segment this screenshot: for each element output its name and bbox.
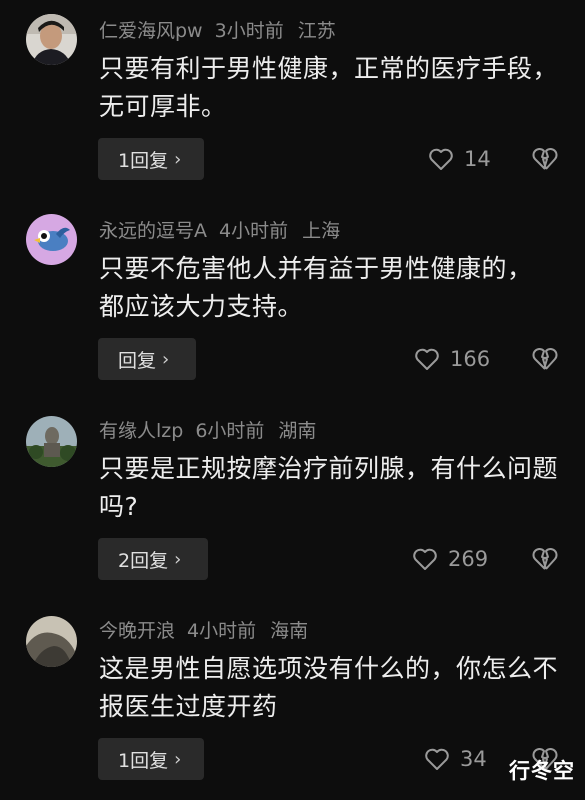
comment-item: 仁爱海风pw 3小时前 江苏 只要有利于男性健康，正常的医疗手段，无可厚非。 1回复… (0, 0, 585, 200)
comment-text: 这是男性自愿选项没有什么的，你怎么不报医生过度开药 (99, 654, 559, 721)
like-count: 14 (464, 147, 491, 171)
like-button[interactable]: 34 (424, 744, 487, 774)
username[interactable]: 有缘人lzp (99, 420, 183, 442)
chevron-right-icon: › (162, 348, 170, 370)
heart-outline-icon (415, 348, 439, 370)
like-button[interactable]: 269 (412, 544, 488, 574)
reply-label: 2回复 (118, 549, 169, 572)
broken-heart-icon[interactable] (531, 146, 559, 172)
reply-button[interactable]: 2回复 › (98, 538, 208, 580)
comment-meta: 永远的逗号A 4小时前 上海 (99, 218, 354, 244)
location: 江苏 (297, 20, 336, 42)
timestamp: 4小时前 (187, 620, 257, 642)
statue-photo-avatar-icon (26, 416, 77, 467)
timestamp: 3小时前 (214, 20, 284, 42)
broken-heart-icon[interactable] (531, 346, 559, 372)
watermark: 行冬空 (509, 759, 575, 783)
like-button[interactable]: 14 (428, 144, 491, 174)
avatar[interactable] (26, 14, 77, 65)
location: 上海 (302, 220, 341, 242)
comment-text: 只要有利于男性健康，正常的医疗手段，无可厚非。 (99, 54, 559, 121)
reply-label: 回复 (118, 349, 157, 372)
heart-outline-icon (413, 548, 437, 570)
comment-text: 只要不危害他人并有益于男性健康的，都应该大力支持。 (99, 254, 533, 321)
rock-photo-avatar-icon (26, 616, 77, 667)
comment-item: 有缘人lzp 6小时前 湖南 只要是正规按摩治疗前列腺，有什么问题吗? 2回复 › … (0, 400, 585, 600)
heart-outline-icon (425, 748, 449, 770)
cartoon-bird-avatar-icon (26, 214, 77, 265)
chevron-right-icon: › (174, 548, 182, 570)
username[interactable]: 仁爱海风pw (99, 20, 203, 42)
comment-meta: 今晚开浪 4小时前 海南 (99, 618, 322, 644)
comment-item: 永远的逗号A 4小时前 上海 只要不危害他人并有益于男性健康的，都应该大力支持。 回… (0, 200, 585, 400)
reply-button[interactable]: 1回复 › (98, 738, 204, 780)
comment-meta: 仁爱海风pw 3小时前 江苏 (99, 18, 350, 44)
avatar[interactable] (26, 616, 77, 667)
timestamp: 6小时前 (195, 420, 265, 442)
reply-button[interactable]: 回复 › (98, 338, 196, 380)
username[interactable]: 永远的逗号A (99, 220, 207, 242)
timestamp: 4小时前 (219, 220, 289, 242)
like-count: 34 (460, 747, 487, 771)
comment-item: 今晚开浪 4小时前 海南 这是男性自愿选项没有什么的，你怎么不报医生过度开药 1回复… (0, 600, 585, 800)
heart-outline-icon (429, 148, 453, 170)
reply-label: 1回复 (118, 149, 169, 172)
location: 湖南 (278, 420, 317, 442)
chevron-right-icon: › (174, 748, 182, 770)
chevron-right-icon: › (174, 148, 182, 170)
like-button[interactable]: 166 (414, 344, 490, 374)
avatar[interactable] (26, 416, 77, 467)
location: 海南 (270, 620, 309, 642)
comment-meta: 有缘人lzp 6小时前 湖南 (99, 418, 330, 444)
reply-button[interactable]: 1回复 › (98, 138, 204, 180)
comment-text: 只要是正规按摩治疗前列腺，有什么问题吗? (99, 454, 559, 521)
like-count: 166 (450, 347, 491, 371)
like-count: 269 (448, 547, 489, 571)
photo-avatar-man-icon (26, 14, 77, 65)
avatar[interactable] (26, 214, 77, 265)
reply-label: 1回复 (118, 749, 169, 772)
broken-heart-icon[interactable] (531, 546, 559, 572)
username[interactable]: 今晚开浪 (99, 620, 175, 642)
